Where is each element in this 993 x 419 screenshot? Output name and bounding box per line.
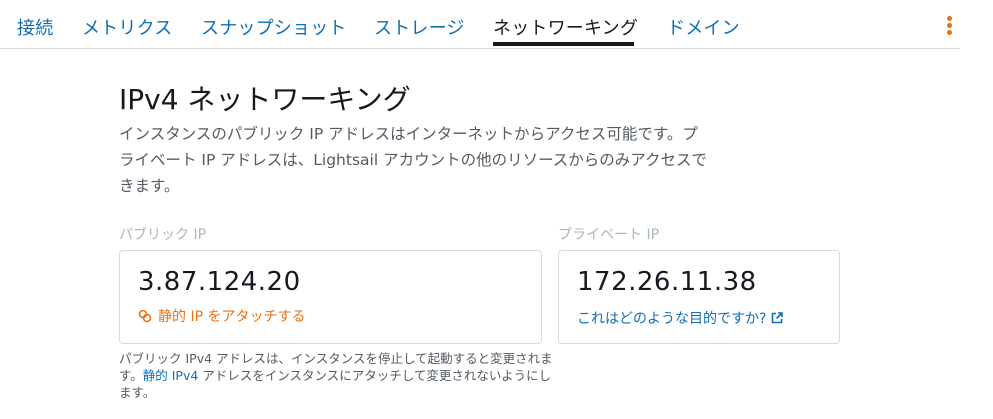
private-ip-value: 172.26.11.38 bbox=[577, 267, 757, 297]
description-line-1: インスタンスのパブリック IP アドレスはインターネットからアクセス可能です。プ bbox=[119, 125, 698, 143]
note-line-2-suffix: アドレスをインスタンスにアタッチして変更されないようにし bbox=[198, 368, 552, 383]
tab-connect[interactable]: 接続 bbox=[17, 14, 53, 40]
section-description: インスタンスのパブリック IP アドレスはインターネットからアクセス可能です。プ… bbox=[119, 121, 729, 199]
description-line-3: きます。 bbox=[119, 177, 180, 195]
description-line-2: ライベート IP アドレスは、Lightsail アカウントの他のリソースからの… bbox=[119, 151, 708, 169]
more-options-icon[interactable] bbox=[944, 16, 954, 36]
public-ip-card: 3.87.124.20 静的 IP をアタッチする bbox=[119, 250, 542, 344]
tab-networking[interactable]: ネットワーキング bbox=[493, 14, 638, 40]
public-ip-value: 3.87.124.20 bbox=[138, 267, 301, 297]
attach-static-ip-label: 静的 IP をアタッチする bbox=[158, 309, 306, 325]
private-ip-help-link[interactable]: これはどのような目的ですか? bbox=[577, 308, 784, 328]
public-ip-label: パブリック IP bbox=[119, 227, 207, 243]
tab-bar: 接続 メトリクス スナップショット ストレージ ネットワーキング ドメイン bbox=[0, 0, 960, 49]
note-line-2: す。静的 IPv4 アドレスをインスタンスにアタッチして変更されないようにし bbox=[119, 367, 552, 384]
note-line-2-prefix: す。 bbox=[119, 368, 143, 383]
attach-static-ip-icon bbox=[138, 309, 152, 323]
static-ip-link[interactable]: 静的 IPv4 bbox=[143, 368, 199, 383]
private-ip-label: プライベート IP bbox=[558, 227, 660, 243]
attach-static-ip-link[interactable]: 静的 IP をアタッチする bbox=[138, 306, 305, 326]
external-link-icon bbox=[772, 312, 784, 324]
active-tab-indicator bbox=[493, 42, 634, 46]
public-ip-note: パブリック IPv4 アドレスは、インスタンスを停止して起動すると変更されま す… bbox=[119, 350, 553, 401]
tab-domains[interactable]: ドメイン bbox=[667, 14, 740, 40]
note-line-3: ます。 bbox=[119, 385, 156, 400]
private-ip-card: 172.26.11.38 これはどのような目的ですか? bbox=[558, 250, 840, 344]
private-ip-help-label: これはどのような目的ですか? bbox=[577, 311, 767, 327]
tab-metrics[interactable]: メトリクス bbox=[82, 14, 172, 40]
tab-snapshots[interactable]: スナップショット bbox=[201, 14, 347, 40]
page-title: IPv4 ネットワーキング bbox=[119, 83, 411, 116]
tab-storage[interactable]: ストレージ bbox=[374, 14, 465, 40]
note-line-1: パブリック IPv4 アドレスは、インスタンスを停止して起動すると変更されま bbox=[119, 351, 553, 366]
